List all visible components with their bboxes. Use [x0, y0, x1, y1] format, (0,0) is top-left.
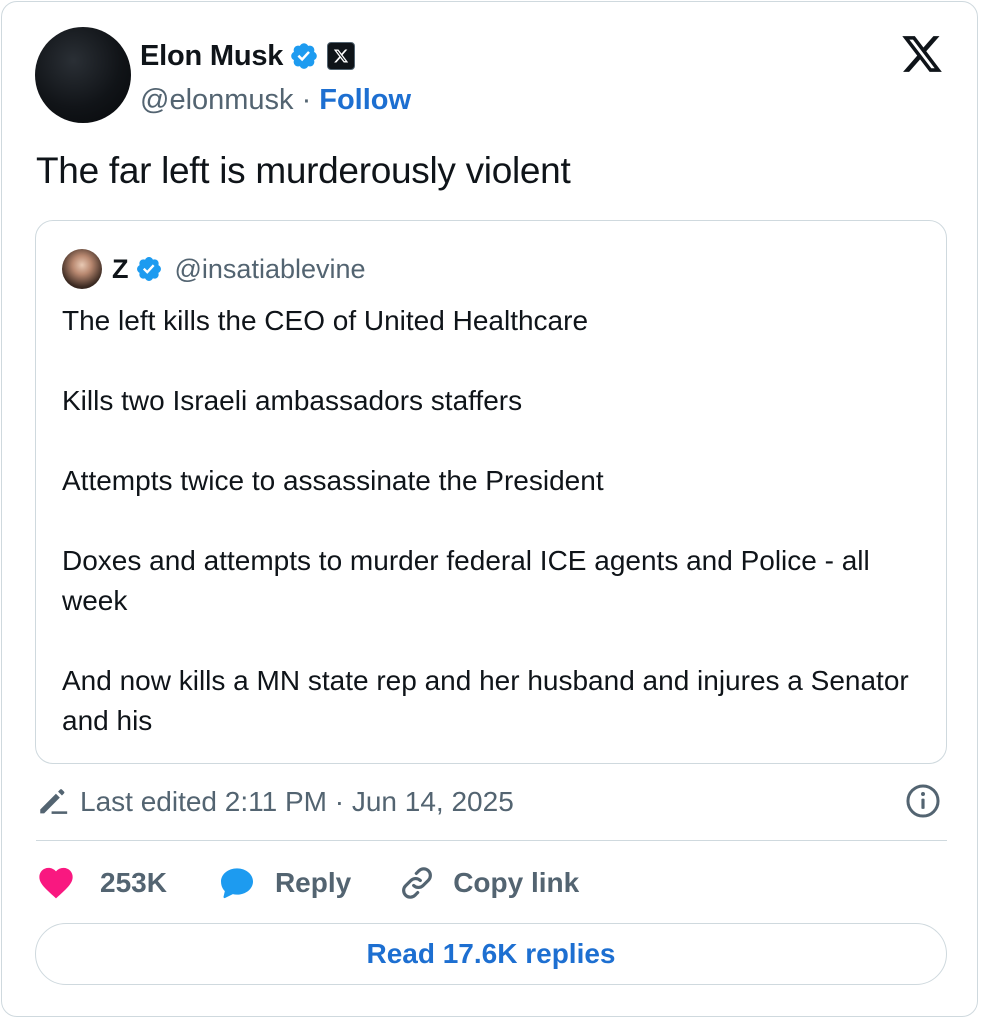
follow-button[interactable]: Follow: [319, 84, 411, 117]
verified-badge-icon: [135, 255, 163, 283]
quoted-paragraph: Doxes and attempts to murder federal ICE…: [62, 545, 870, 616]
quoted-paragraph: And now kills a MN state rep and her hus…: [62, 665, 909, 736]
author-name[interactable]: Elon Musk: [140, 40, 283, 73]
quoted-post[interactable]: Z @insatiablevine The left kills the CEO…: [35, 220, 947, 764]
link-icon: [402, 867, 433, 899]
quoted-paragraph: The left kills the CEO of United Healthc…: [62, 305, 589, 336]
quoted-author-avatar: [62, 249, 102, 289]
author-handle-row: @elonmusk · Follow: [140, 82, 411, 118]
read-replies-button[interactable]: Read 17.6K replies: [35, 923, 947, 985]
verified-badge-icon: [289, 41, 319, 71]
x-logo-icon[interactable]: [898, 32, 946, 76]
x-affiliate-badge-icon: [327, 42, 356, 70]
action-bar: 253K Reply Copy link: [36, 862, 579, 904]
quoted-paragraph: Attempts twice to assassinate the Presid…: [62, 465, 604, 496]
post-text: The far left is murderously violent: [36, 150, 571, 191]
reply-label: Reply: [274, 867, 352, 898]
last-edited-link[interactable]: Last edited 2:11 PM · Jun 14, 2025: [80, 786, 514, 818]
reply-button[interactable]: Reply: [217, 863, 351, 903]
author-avatar[interactable]: [35, 27, 131, 123]
heart-icon: [39, 867, 73, 899]
embedded-post-card: Elon Musk @elonmusk · Follow The far lef…: [1, 1, 978, 1017]
separator-dot: ·: [301, 83, 312, 116]
edit-meta-row: Last edited 2:11 PM · Jun 14, 2025: [36, 782, 514, 822]
info-icon[interactable]: [904, 782, 942, 820]
author-handle[interactable]: @elonmusk: [140, 84, 294, 117]
copy-link-button[interactable]: Copy link: [397, 863, 579, 903]
quoted-post-text: The left kills the CEO of United Healthc…: [62, 301, 922, 741]
author-name-row: Elon Musk: [140, 38, 356, 74]
pencil-icon: [36, 785, 70, 819]
divider: [36, 840, 947, 841]
copy-link-label: Copy link: [453, 867, 580, 898]
quoted-paragraph: Kills two Israeli ambassadors staffers: [62, 385, 523, 416]
quoted-author-name: Z: [112, 253, 129, 284]
reply-bubble-icon: [220, 868, 253, 899]
like-button[interactable]: 253K: [36, 863, 167, 903]
quoted-author-row: Z @insatiablevine: [112, 251, 366, 287]
like-count: 253K: [100, 867, 167, 898]
quoted-author-handle: @insatiablevine: [174, 253, 366, 284]
